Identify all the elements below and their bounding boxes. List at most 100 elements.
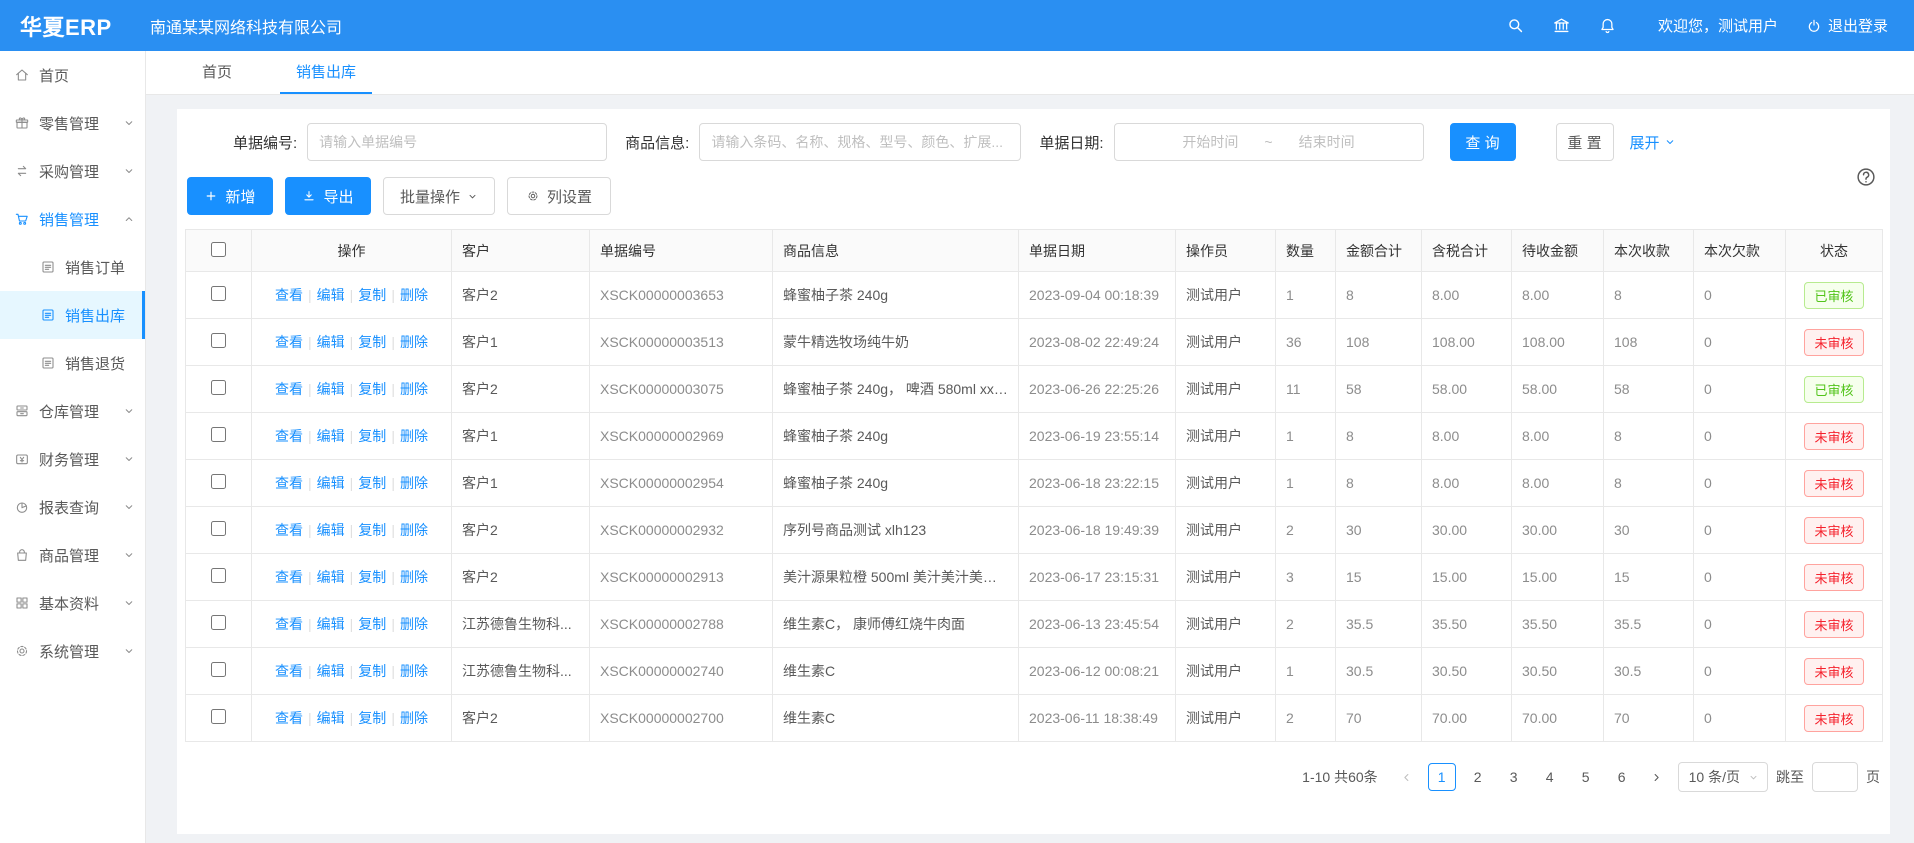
- edit-link[interactable]: 编辑: [317, 663, 345, 679]
- sidebar-item[interactable]: 销售管理: [0, 195, 145, 243]
- copy-link[interactable]: 复制: [358, 428, 386, 444]
- delete-link[interactable]: 删除: [400, 569, 428, 585]
- jump-to-page-input[interactable]: [1812, 762, 1858, 792]
- edit-link[interactable]: 编辑: [317, 334, 345, 350]
- edit-link[interactable]: 编辑: [317, 287, 345, 303]
- copy-link[interactable]: 复制: [358, 616, 386, 632]
- product-info-input[interactable]: [699, 123, 1021, 161]
- sidebar-item[interactable]: 商品管理: [0, 531, 145, 579]
- column-settings-button[interactable]: 列设置: [507, 177, 611, 215]
- row-checkbox[interactable]: [211, 521, 226, 536]
- amount-total-cell: 70: [1336, 695, 1422, 742]
- view-link[interactable]: 查看: [275, 381, 303, 397]
- row-checkbox[interactable]: [211, 709, 226, 724]
- copy-link[interactable]: 复制: [358, 663, 386, 679]
- page-number-button[interactable]: 3: [1500, 763, 1528, 791]
- tab[interactable]: 首页: [186, 51, 248, 94]
- edit-link[interactable]: 编辑: [317, 381, 345, 397]
- chevron-down-icon: [467, 191, 478, 202]
- tab-bar: 首页 销售出库: [146, 51, 1914, 95]
- sidebar-item[interactable]: 仓库管理: [0, 387, 145, 435]
- chevron-down-icon: [123, 117, 135, 129]
- copy-link[interactable]: 复制: [358, 287, 386, 303]
- view-link[interactable]: 查看: [275, 569, 303, 585]
- page-number-button[interactable]: 2: [1464, 763, 1492, 791]
- delete-link[interactable]: 删除: [400, 522, 428, 538]
- batch-actions-button[interactable]: 批量操作: [383, 177, 495, 215]
- sidebar-item[interactable]: 系统管理: [0, 627, 145, 675]
- delete-link[interactable]: 删除: [400, 381, 428, 397]
- view-link[interactable]: 查看: [275, 287, 303, 303]
- view-link[interactable]: 查看: [275, 428, 303, 444]
- bill-no-input[interactable]: [307, 123, 607, 161]
- sidebar-item[interactable]: 采购管理: [0, 147, 145, 195]
- row-checkbox[interactable]: [211, 615, 226, 630]
- sidebar-item[interactable]: 首页: [0, 51, 145, 99]
- search-icon[interactable]: [1506, 16, 1525, 35]
- delete-link[interactable]: 删除: [400, 428, 428, 444]
- delete-link[interactable]: 删除: [400, 616, 428, 632]
- edit-link[interactable]: 编辑: [317, 569, 345, 585]
- copy-link[interactable]: 复制: [358, 475, 386, 491]
- view-link[interactable]: 查看: [275, 710, 303, 726]
- bank-icon[interactable]: [1552, 16, 1571, 35]
- row-actions: 查看|编辑|复制|删除: [252, 413, 452, 460]
- page-number-button[interactable]: 5: [1572, 763, 1600, 791]
- delete-link[interactable]: 删除: [400, 287, 428, 303]
- reset-button[interactable]: 重 置: [1556, 123, 1614, 161]
- row-checkbox[interactable]: [211, 662, 226, 677]
- logout-button[interactable]: 退出登录: [1806, 15, 1888, 36]
- tab[interactable]: 销售出库: [280, 51, 372, 94]
- edit-link[interactable]: 编辑: [317, 616, 345, 632]
- sidebar-item[interactable]: 财务管理: [0, 435, 145, 483]
- export-button[interactable]: 导出: [285, 177, 371, 215]
- edit-link[interactable]: 编辑: [317, 475, 345, 491]
- sidebar-item[interactable]: 零售管理: [0, 99, 145, 147]
- finance-icon: [14, 451, 30, 467]
- delete-link[interactable]: 删除: [400, 710, 428, 726]
- delete-link[interactable]: 删除: [400, 663, 428, 679]
- delete-link[interactable]: 删除: [400, 475, 428, 491]
- page-number-button[interactable]: 4: [1536, 763, 1564, 791]
- view-link[interactable]: 查看: [275, 475, 303, 491]
- copy-link[interactable]: 复制: [358, 710, 386, 726]
- row-checkbox[interactable]: [211, 380, 226, 395]
- date-range-input[interactable]: 开始时间 ~ 结束时间: [1114, 123, 1424, 161]
- edit-link[interactable]: 编辑: [317, 710, 345, 726]
- delete-link[interactable]: 删除: [400, 334, 428, 350]
- expand-link[interactable]: 展开: [1630, 132, 1676, 153]
- view-link[interactable]: 查看: [275, 334, 303, 350]
- sidebar-item[interactable]: 基本资料: [0, 579, 145, 627]
- tax-total-cell: 8.00: [1422, 272, 1512, 319]
- row-checkbox[interactable]: [211, 286, 226, 301]
- help-icon[interactable]: [1855, 166, 1877, 188]
- bell-icon[interactable]: [1598, 16, 1617, 35]
- copy-link[interactable]: 复制: [358, 381, 386, 397]
- copy-link[interactable]: 复制: [358, 569, 386, 585]
- view-link[interactable]: 查看: [275, 616, 303, 632]
- add-button[interactable]: 新增: [187, 177, 273, 215]
- sidebar-item[interactable]: 销售订单: [0, 243, 145, 291]
- next-page-button[interactable]: [1644, 764, 1670, 790]
- page-number-button[interactable]: 1: [1428, 763, 1456, 791]
- edit-link[interactable]: 编辑: [317, 428, 345, 444]
- row-checkbox[interactable]: [211, 333, 226, 348]
- view-link[interactable]: 查看: [275, 522, 303, 538]
- edit-link[interactable]: 编辑: [317, 522, 345, 538]
- view-link[interactable]: 查看: [275, 663, 303, 679]
- select-all-checkbox[interactable]: [211, 242, 226, 257]
- search-button[interactable]: 查 询: [1450, 123, 1516, 161]
- copy-link[interactable]: 复制: [358, 522, 386, 538]
- page-number-button[interactable]: 6: [1608, 763, 1636, 791]
- copy-link[interactable]: 复制: [358, 334, 386, 350]
- row-checkbox[interactable]: [211, 568, 226, 583]
- sidebar-item[interactable]: 销售退货: [0, 339, 145, 387]
- sidebar-item[interactable]: 报表查询: [0, 483, 145, 531]
- row-checkbox[interactable]: [211, 427, 226, 442]
- prev-page-button[interactable]: [1394, 764, 1420, 790]
- sidebar-item[interactable]: 销售出库: [0, 291, 145, 339]
- amount-total-cell: 35.5: [1336, 601, 1422, 648]
- row-actions: 查看|编辑|复制|删除: [252, 460, 452, 507]
- page-size-select[interactable]: 10 条/页: [1678, 762, 1768, 792]
- row-checkbox[interactable]: [211, 474, 226, 489]
